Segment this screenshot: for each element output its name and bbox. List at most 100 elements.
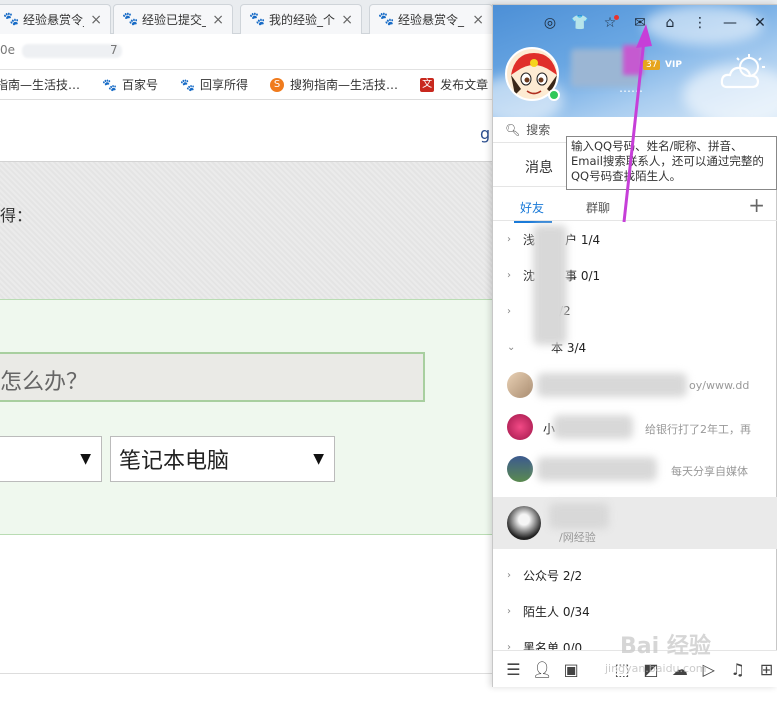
home-icon[interactable]: ⌂: [661, 15, 679, 31]
vip-badge: VIP: [665, 60, 682, 70]
dropdown-arrow-icon: ▼: [80, 451, 91, 467]
friend-signature: /网经验: [559, 531, 596, 544]
tab-title: 经验悬赏令_: [398, 13, 465, 27]
close-icon[interactable]: ×: [472, 12, 484, 28]
level-badge: 37: [643, 60, 661, 70]
bookmark-item[interactable]: 🐾 回享所得: [180, 76, 248, 93]
question-input[interactable]: 怎么办？: [0, 352, 425, 402]
url-prefix: 0e: [0, 43, 16, 57]
browser-tab-4[interactable]: 🐾 经验悬赏令_ ×: [369, 4, 493, 34]
sogou-icon: S: [270, 77, 285, 92]
tab-title: 我的经验_个: [269, 13, 336, 27]
url-suffix: 7: [110, 43, 118, 57]
friend-signature: 每天分享自媒体: [671, 465, 748, 478]
search-icon: 🔍︎: [505, 122, 521, 137]
signature-text[interactable]: ……: [619, 81, 643, 95]
bookmark-item[interactable]: 指南—生活技…: [0, 76, 80, 93]
close-icon[interactable]: ✕: [751, 15, 769, 31]
tab-friends[interactable]: 好友: [513, 199, 553, 223]
bookmark-item[interactable]: S 搜狗指南—生活技…: [270, 76, 398, 93]
close-icon[interactable]: ×: [341, 12, 353, 28]
star-icon[interactable]: ☆: [601, 15, 619, 31]
privacy-blur: [553, 415, 633, 439]
search-tooltip: 输入QQ号码、姓名/昵称、拼音、Email搜索联系人，还可以通过完整的QQ号码查…: [566, 136, 777, 190]
friend-signature: 给银行打了2年工，再: [645, 423, 751, 436]
menu-icon[interactable]: ☰: [503, 660, 524, 679]
contact-list: › 浅 户 1/4 › 沈 事 0/1 › /2 ⌄ 本 3/4 oy/www.…: [493, 221, 777, 651]
friend-row[interactable]: oy/www.dd: [493, 365, 777, 407]
mail-icon[interactable]: ✉: [631, 15, 649, 31]
friend-avatar: [507, 372, 533, 398]
group-label: 陌生人 0/34: [523, 604, 590, 619]
chevron-right-icon: ›: [507, 233, 511, 245]
music-icon[interactable]: ♫: [727, 660, 748, 679]
group-count: 事 0/1: [565, 268, 601, 283]
browser-tab-3[interactable]: 🐾 我的经验_个 ×: [240, 4, 362, 34]
section-label: 得：: [0, 206, 33, 225]
chevron-right-icon: ›: [507, 305, 511, 317]
paw-icon: 🐾: [122, 11, 139, 27]
online-status-dot: [548, 89, 560, 101]
friend-row[interactable]: 小 给银行打了2年工，再: [493, 407, 777, 449]
more-icon[interactable]: ⋮: [691, 15, 709, 31]
contact-group[interactable]: › 陌生人 0/34: [493, 593, 777, 629]
bookmark-label: 回享所得: [200, 78, 249, 92]
group-label: 公众号 2/2: [523, 568, 583, 583]
browser-tab-1[interactable]: 🐾 经验悬赏令_ ×: [0, 4, 111, 34]
paw-icon: 🐾: [180, 77, 195, 92]
tab-title: 经验已提交_: [142, 13, 207, 27]
bookmark-label: 发布文章: [440, 78, 489, 92]
friend-avatar: [507, 506, 541, 540]
browser-tab-2[interactable]: 🐾 经验已提交_ ×: [113, 4, 233, 34]
search-placeholder: 搜索: [526, 123, 551, 137]
friend-avatar: [507, 414, 533, 440]
group-count: 户 1/4: [565, 232, 601, 247]
select-value: 笔记本电脑: [119, 449, 230, 474]
chevron-right-icon: ›: [507, 269, 511, 281]
chevron-right-icon: ›: [507, 605, 511, 617]
bookmark-item[interactable]: 文 发布文章: [420, 76, 488, 93]
camera-icon[interactable]: ◎: [541, 15, 559, 31]
add-icon[interactable]: +: [748, 193, 765, 217]
subcategory-select[interactable]: 笔记本电脑 ▼: [110, 436, 335, 482]
watermark: Bai 经验: [620, 634, 711, 659]
qq-header: ◎ 👕 ☆ ✉ ⌂ ⋮ — ✕ 37 VIP ……: [493, 5, 777, 117]
bookmark-label: 指南—生活技…: [0, 78, 81, 92]
qq-panel: ◎ 👕 ☆ ✉ ⌂ ⋮ — ✕ 37 VIP …… 🔍︎ 搜索 消息 好友 群聊…: [492, 4, 777, 687]
category-select[interactable]: ▼: [0, 436, 102, 482]
paw-icon: 🐾: [102, 77, 117, 92]
dropdown-arrow-icon: ▼: [313, 451, 324, 467]
gray-section: 得：: [0, 161, 500, 299]
friend-row-selected[interactable]: /网经验: [493, 497, 777, 549]
paw-icon: 🐾: [378, 11, 395, 27]
shirt-icon[interactable]: 👕: [571, 15, 589, 31]
privacy-blur: [537, 373, 687, 397]
chevron-right-icon: ›: [507, 569, 511, 581]
tab-messages[interactable]: 消息: [525, 157, 553, 177]
publish-icon: 文: [420, 77, 435, 92]
file-icon[interactable]: ▣: [561, 660, 582, 679]
apps-grid-icon[interactable]: ⊞: [756, 660, 777, 679]
friend-avatar: [507, 456, 533, 482]
watermark-url: jingyan.baidu.com: [605, 662, 707, 675]
paw-icon: 🐾: [249, 11, 266, 27]
weather-icon[interactable]: [719, 53, 769, 96]
bookmark-label: 百家号: [122, 78, 159, 92]
close-icon[interactable]: ×: [90, 12, 102, 28]
add-contact-icon[interactable]: 👤︎: [532, 660, 553, 679]
friend-row[interactable]: 每天分享自媒体: [493, 449, 777, 491]
paw-icon: 🐾: [3, 11, 20, 27]
tab-groups[interactable]: 群聊: [586, 199, 610, 216]
question-form: 怎么办？ ▼ 笔记本电脑 ▼: [0, 299, 500, 535]
privacy-blur: [533, 225, 567, 345]
blurred-url: [22, 44, 122, 58]
close-icon[interactable]: ×: [212, 12, 224, 28]
minimize-icon[interactable]: —: [721, 15, 739, 31]
page-corner-letter: g: [480, 124, 491, 143]
blurred-nickname: [623, 45, 643, 75]
contact-group[interactable]: › 公众号 2/2: [493, 557, 777, 593]
bookmark-item[interactable]: 🐾 百家号: [102, 76, 158, 93]
qq-toolbar: ◎ 👕 ☆ ✉ ⌂ ⋮ — ✕: [541, 15, 769, 31]
chevron-down-icon: ⌄: [507, 341, 516, 353]
tab-title: 经验悬赏令_: [23, 13, 85, 27]
